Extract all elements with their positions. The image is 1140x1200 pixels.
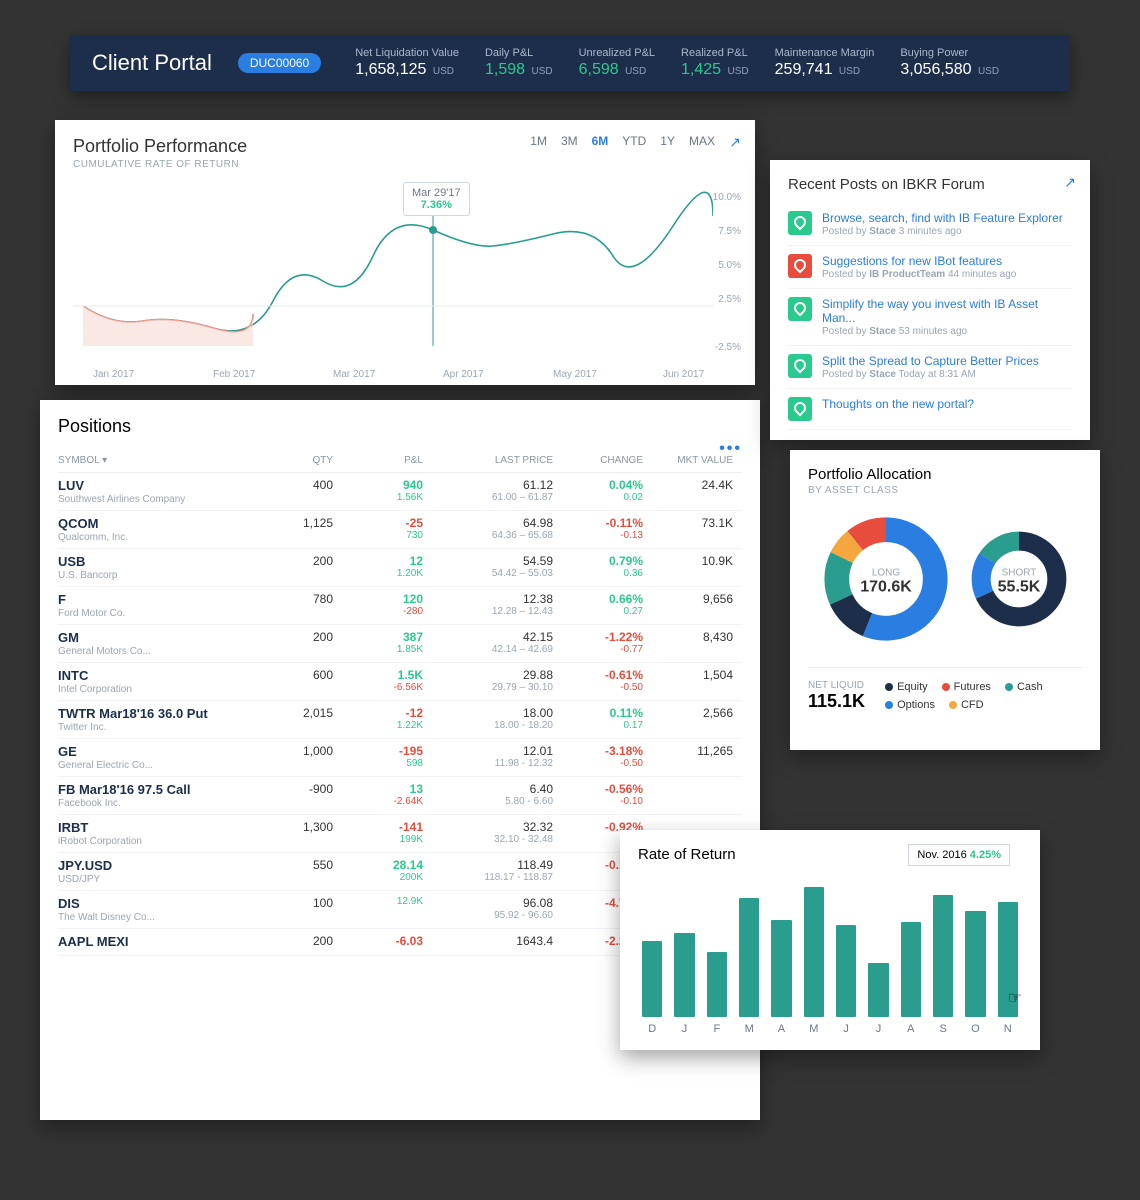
range-6m[interactable]: 6M — [592, 134, 609, 148]
ror-bar[interactable] — [836, 925, 856, 1017]
chart-tooltip: Mar 29'17 7.36% — [403, 182, 470, 216]
range-ytd[interactable]: YTD — [622, 134, 646, 148]
range-3m[interactable]: 3M — [561, 134, 578, 148]
forum-icon — [788, 297, 812, 321]
header-metric: Net Liquidation Value1,658,125 USD — [355, 47, 459, 79]
legend-item: Options — [885, 699, 935, 711]
position-row[interactable]: TWTR Mar18'16 36.0 PutTwitter Inc.2,015-… — [58, 701, 742, 739]
header-metric: Realized P&L1,425 USD — [681, 47, 749, 79]
forum-icon — [788, 397, 812, 421]
app-title: Client Portal — [92, 50, 212, 76]
forum-card: Recent Posts on IBKR Forum ↗ Browse, sea… — [770, 160, 1090, 440]
forum-icon — [788, 254, 812, 278]
position-row[interactable]: LUVSouthwest Airlines Company4009401.56K… — [58, 473, 742, 511]
col-pnl[interactable]: P&L — [333, 455, 423, 466]
portfolio-performance-card: Portfolio Performance CUMULATIVE RATE OF… — [55, 120, 755, 385]
forum-post[interactable]: Simplify the way you invest with IB Asse… — [788, 289, 1072, 346]
ror-bar[interactable] — [868, 963, 888, 1017]
donut-short: SHORT55.5K — [969, 529, 1069, 634]
range-1m[interactable]: 1M — [530, 134, 547, 148]
forum-title: Recent Posts on IBKR Forum — [788, 176, 1072, 193]
col-qty[interactable]: QTY — [258, 455, 333, 466]
positions-header: SYMBOL ▾ QTY P&L LAST PRICE CHANGE MKT V… — [58, 449, 742, 473]
ror-bar[interactable] — [674, 933, 694, 1017]
forum-post[interactable]: Browse, search, find with IB Feature Exp… — [788, 203, 1072, 246]
forum-post[interactable]: Thoughts on the new portal? — [788, 389, 1072, 430]
legend-item: Futures — [942, 681, 991, 693]
position-row[interactable]: FB Mar18'16 97.5 CallFacebook Inc.-90013… — [58, 777, 742, 815]
ror-bar[interactable] — [933, 895, 953, 1017]
ror-bar[interactable] — [804, 887, 824, 1017]
header-metric: Buying Power3,056,580 USD — [900, 47, 999, 79]
legend-item: Cash — [1005, 681, 1043, 693]
top-header: Client Portal DUC00060 Net Liquidation V… — [70, 35, 1070, 91]
ror-bar[interactable] — [901, 922, 921, 1017]
header-metric: Maintenance Margin259,741 USD — [775, 47, 875, 79]
position-row[interactable]: QCOMQualcomm, Inc.1,125-2573064.9864.36 … — [58, 511, 742, 549]
legend-item: CFD — [949, 699, 984, 711]
line-chart — [73, 186, 713, 356]
performance-subtitle: CUMULATIVE RATE OF RETURN — [73, 159, 737, 170]
ror-bar[interactable] — [739, 898, 759, 1017]
account-pill[interactable]: DUC00060 — [238, 53, 321, 73]
col-change[interactable]: CHANGE — [553, 455, 643, 466]
rate-of-return-card: Rate of Return Nov. 2016 4.25% DJFMAMJJA… — [620, 830, 1040, 1050]
more-menu-icon[interactable]: ••• — [719, 440, 742, 458]
header-metric: Unrealized P&L6,598 USD — [579, 47, 655, 79]
expand-icon[interactable]: ↗ — [1064, 174, 1076, 191]
col-symbol[interactable]: SYMBOL ▾ — [58, 455, 258, 466]
position-row[interactable]: GMGeneral Motors Co...2003871.85K42.1542… — [58, 625, 742, 663]
position-row[interactable]: FFord Motor Co.780120-28012.3812.28 – 12… — [58, 587, 742, 625]
donut-long: LONG170.6K — [821, 514, 951, 649]
header-metric: Daily P&L1,598 USD — [485, 47, 553, 79]
position-row[interactable]: USBU.S. Bancorp200121.20K54.5954.42 – 55… — [58, 549, 742, 587]
cursor-icon: ☞ — [1008, 988, 1022, 1008]
position-row[interactable]: GEGeneral Electric Co...1,000-19559812.0… — [58, 739, 742, 777]
ror-bar[interactable] — [707, 952, 727, 1017]
allocation-card: Portfolio Allocation BY ASSET CLASS LONG… — [790, 450, 1100, 750]
ror-bar[interactable] — [965, 911, 985, 1017]
legend-item: Equity — [885, 681, 928, 693]
ror-bar[interactable] — [642, 941, 662, 1017]
ror-bar-chart — [638, 887, 1022, 1017]
forum-icon — [788, 211, 812, 235]
forum-icon — [788, 354, 812, 378]
performance-chart: Mar 29'17 7.36% 10.0% 7.5% 5.0% 2.5% -2.… — [73, 186, 737, 366]
time-range-selector: 1M 3M 6M YTD 1Y MAX — [530, 134, 715, 148]
allocation-title: Portfolio Allocation — [808, 466, 1082, 483]
range-max[interactable]: MAX — [689, 134, 715, 148]
forum-post[interactable]: Suggestions for new IBot featuresPosted … — [788, 246, 1072, 289]
ror-bar[interactable] — [771, 920, 791, 1018]
ror-tooltip: Nov. 2016 4.25% — [908, 844, 1010, 866]
position-row[interactable]: INTCIntel Corporation6001.5K-6.56K29.882… — [58, 663, 742, 701]
expand-icon[interactable]: ↗ — [729, 134, 741, 151]
range-1y[interactable]: 1Y — [660, 134, 675, 148]
positions-title: Positions — [58, 416, 742, 437]
forum-post[interactable]: Split the Spread to Capture Better Price… — [788, 346, 1072, 389]
col-last-price[interactable]: LAST PRICE — [423, 455, 553, 466]
